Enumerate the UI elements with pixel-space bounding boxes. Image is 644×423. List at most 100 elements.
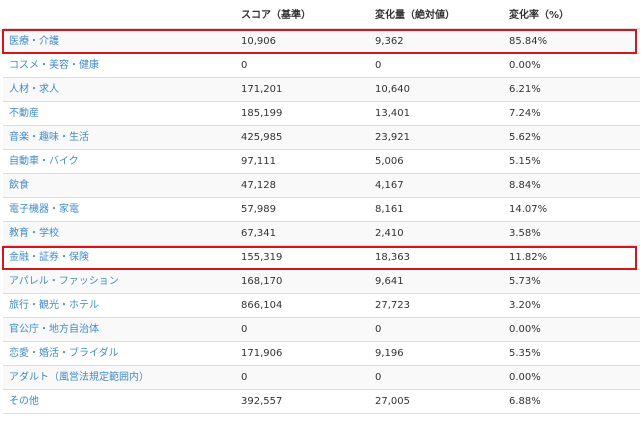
rate-cell: 6.88% [503, 389, 640, 414]
category-link[interactable]: 人材・求人 [9, 84, 59, 95]
score-cell: 0 [235, 317, 369, 342]
change-cell: 2,410 [369, 221, 503, 246]
category-link[interactable]: 官公庁・地方自治体 [9, 324, 99, 335]
rate-cell: 7.24% [503, 101, 640, 126]
category-cell: コスメ・美容・健康 [3, 53, 235, 78]
table-row: その他 392,557 27,005 6.88% [3, 389, 640, 414]
rate-cell: 0.00% [503, 317, 640, 342]
table-row: 教育・学校 67,341 2,410 3.58% [3, 221, 640, 246]
category-cell: 医療・介護 [3, 28, 235, 54]
category-cell: 旅行・観光・ホテル [3, 293, 235, 318]
category-link[interactable]: 電子機器・家電 [9, 204, 79, 215]
rate-cell: 85.84% [503, 28, 640, 54]
score-cell: 168,170 [235, 269, 369, 294]
table-row: 電子機器・家電 57,989 8,161 14.07% [3, 197, 640, 222]
rate-cell: 11.82% [503, 245, 640, 270]
change-cell: 9,641 [369, 269, 503, 294]
change-cell: 9,362 [369, 28, 503, 54]
table-row: 恋愛・婚活・ブライダル 171,906 9,196 5.35% [3, 341, 640, 366]
rate-cell: 5.35% [503, 341, 640, 366]
change-cell: 10,640 [369, 77, 503, 102]
score-cell: 171,906 [235, 341, 369, 366]
page: スコア（基準） 変化量（絶対値） 変化率（%） 医療・介護 10,906 9,362… [0, 0, 644, 423]
rate-cell: 5.62% [503, 125, 640, 150]
score-cell: 425,985 [235, 125, 369, 150]
category-link[interactable]: 自動車・バイク [9, 156, 79, 167]
table-header: スコア（基準） 変化量（絶対値） 変化率（%） [3, 4, 640, 30]
table-row: 医療・介護 10,906 9,362 85.84% [3, 28, 640, 54]
category-cell: アダルト（風営法規定範囲内） [3, 365, 235, 390]
table-row: 旅行・観光・ホテル 866,104 27,723 3.20% [3, 293, 640, 318]
score-cell: 10,906 [235, 28, 369, 54]
score-cell: 185,199 [235, 101, 369, 126]
category-link[interactable]: 恋愛・婚活・ブライダル [9, 348, 119, 359]
table-row: 人材・求人 171,201 10,640 6.21% [3, 77, 640, 102]
score-cell: 866,104 [235, 293, 369, 318]
category-link[interactable]: 旅行・観光・ホテル [9, 300, 99, 311]
table-row: 自動車・バイク 97,111 5,006 5.15% [3, 149, 640, 174]
table-row: 音楽・趣味・生活 425,985 23,921 5.62% [3, 125, 640, 150]
category-link[interactable]: 医療・介護 [9, 36, 59, 47]
change-cell: 0 [369, 365, 503, 390]
category-link[interactable]: 教育・学校 [9, 228, 59, 239]
category-cell: 電子機器・家電 [3, 197, 235, 222]
category-link[interactable]: 飲食 [9, 180, 29, 191]
change-cell: 13,401 [369, 101, 503, 126]
category-link[interactable]: 不動産 [9, 108, 39, 119]
category-cell: 官公庁・地方自治体 [3, 317, 235, 342]
category-link[interactable]: その他 [9, 396, 39, 407]
score-cell: 0 [235, 365, 369, 390]
category-cell: 人材・求人 [3, 77, 235, 102]
change-cell: 4,167 [369, 173, 503, 198]
score-cell: 67,341 [235, 221, 369, 246]
rate-cell: 8.84% [503, 173, 640, 198]
table-row: 金融・証券・保険 155,319 18,363 11.82% [3, 245, 640, 270]
table-row: 不動産 185,199 13,401 7.24% [3, 101, 640, 126]
category-score-table: スコア（基準） 変化量（絶対値） 変化率（%） 医療・介護 10,906 9,362… [3, 4, 640, 414]
change-cell: 5,006 [369, 149, 503, 174]
rate-cell: 3.20% [503, 293, 640, 318]
score-cell: 392,557 [235, 389, 369, 414]
table-body: 医療・介護 10,906 9,362 85.84% コスメ・美容・健康 0 0 0.00% 人材… [3, 28, 640, 414]
change-cell: 0 [369, 317, 503, 342]
table-row: 飲食 47,128 4,167 8.84% [3, 173, 640, 198]
category-cell: 教育・学校 [3, 221, 235, 246]
table-row: 官公庁・地方自治体 0 0 0.00% [3, 317, 640, 342]
score-cell: 0 [235, 53, 369, 78]
category-cell: 金融・証券・保険 [3, 245, 235, 270]
category-cell: 自動車・バイク [3, 149, 235, 174]
header-row: スコア（基準） 変化量（絶対値） 変化率（%） [3, 4, 640, 30]
change-cell: 0 [369, 53, 503, 78]
rate-cell: 5.73% [503, 269, 640, 294]
category-link[interactable]: アダルト（風営法規定範囲内） [9, 372, 149, 383]
score-cell: 171,201 [235, 77, 369, 102]
rate-cell: 3.58% [503, 221, 640, 246]
score-cell: 57,989 [235, 197, 369, 222]
category-cell: その他 [3, 389, 235, 414]
rate-cell: 0.00% [503, 53, 640, 78]
rate-cell: 0.00% [503, 365, 640, 390]
change-cell: 18,363 [369, 245, 503, 270]
category-cell: アパレル・ファッション [3, 269, 235, 294]
header-rate: 変化率（%） [503, 4, 640, 30]
score-cell: 47,128 [235, 173, 369, 198]
change-cell: 8,161 [369, 197, 503, 222]
rate-cell: 5.15% [503, 149, 640, 174]
category-link[interactable]: 音楽・趣味・生活 [9, 132, 89, 143]
header-category [3, 4, 235, 30]
category-link[interactable]: 金融・証券・保険 [9, 252, 89, 263]
category-link[interactable]: アパレル・ファッション [9, 276, 119, 287]
score-cell: 155,319 [235, 245, 369, 270]
change-cell: 23,921 [369, 125, 503, 150]
change-cell: 27,005 [369, 389, 503, 414]
category-cell: 恋愛・婚活・ブライダル [3, 341, 235, 366]
change-cell: 27,723 [369, 293, 503, 318]
header-score: スコア（基準） [235, 4, 369, 30]
table-row: アダルト（風営法規定範囲内） 0 0 0.00% [3, 365, 640, 390]
rate-cell: 6.21% [503, 77, 640, 102]
table-row: コスメ・美容・健康 0 0 0.00% [3, 53, 640, 78]
rate-cell: 14.07% [503, 197, 640, 222]
category-cell: 音楽・趣味・生活 [3, 125, 235, 150]
table-row: アパレル・ファッション 168,170 9,641 5.73% [3, 269, 640, 294]
category-link[interactable]: コスメ・美容・健康 [9, 60, 99, 71]
